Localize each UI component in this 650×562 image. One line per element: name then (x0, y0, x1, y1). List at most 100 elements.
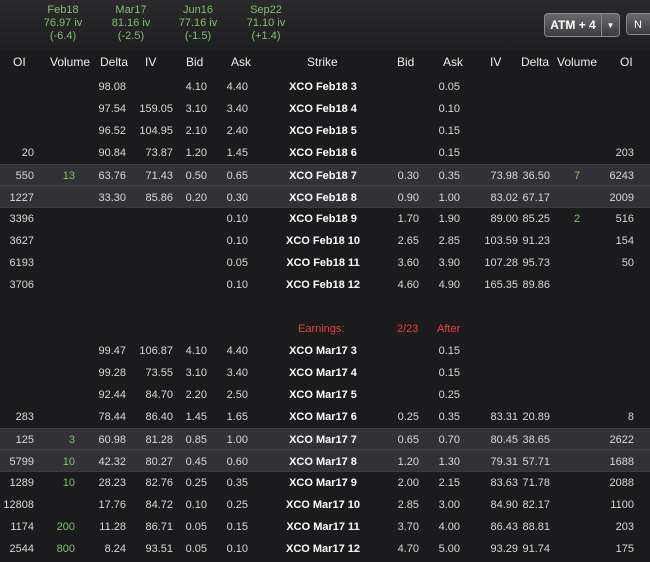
put-ask: 4.90 (438, 279, 460, 291)
call-volume: 800 (56, 543, 75, 555)
option-row[interactable]: 97.54 159.05 3.10 3.40 XCO Feb18 4 0.10 (0, 98, 650, 120)
strike-label[interactable]: XCO Feb18 9 (268, 208, 378, 230)
call-delta: 60.98 (98, 434, 126, 446)
strike-label[interactable]: XCO Mar17 5 (268, 384, 378, 406)
option-row[interactable]: 3396 0.10 XCO Feb18 9 1.70 1.90 89.00 85.25 2 51… (0, 208, 650, 230)
call-bid: 0.25 (185, 477, 207, 489)
header-strike: Strike (307, 55, 338, 69)
expiration-month: Sep22 (250, 4, 282, 16)
call-oi: 1174 (10, 521, 34, 533)
strike-label[interactable]: XCO Mar17 10 (268, 494, 378, 516)
call-delta: 99.28 (98, 367, 126, 379)
header-calls-iv: IV (145, 55, 157, 69)
call-ask: 3.40 (226, 367, 248, 379)
option-row[interactable]: 283 78.44 86.40 1.45 1.65 XCO Mar17 6 0.25 0.35… (0, 406, 650, 428)
option-row[interactable]: 98.08 4.10 4.40 XCO Feb18 3 0.05 (0, 76, 650, 98)
call-ask: 0.30 (226, 192, 248, 204)
put-ask: 2.85 (438, 235, 460, 247)
option-row[interactable]: 1174 200 11.28 86.71 0.05 0.15 XCO Mar17 11 3.7… (0, 516, 650, 538)
strike-label[interactable]: XCO Mar17 7 (268, 429, 378, 451)
strike-label[interactable]: XCO Feb18 7 (268, 165, 378, 187)
option-row[interactable]: 92.44 84.70 2.20 2.50 XCO Mar17 5 0.25 (0, 384, 650, 406)
strike-label[interactable]: XCO Feb18 12 (268, 274, 378, 296)
option-row[interactable]: 12808 17.76 84.72 0.10 0.25 XCO Mar17 10 2.85 3… (0, 494, 650, 516)
put-ask: 0.05 (438, 81, 460, 93)
call-bid: 4.10 (185, 345, 207, 357)
option-row[interactable]: 99.28 73.55 3.10 3.40 XCO Mar17 4 0.15 (0, 362, 650, 384)
strike-label[interactable]: XCO Feb18 10 (268, 230, 378, 252)
option-row[interactable]: 1289 10 28.23 82.76 0.25 0.35 XCO Mar17 9 2.00 2… (0, 472, 650, 494)
strike-label[interactable]: XCO Feb18 3 (268, 76, 378, 98)
call-bid: 0.10 (185, 499, 207, 511)
put-bid: 4.70 (397, 543, 419, 555)
strike-label[interactable]: XCO Mar17 6 (268, 406, 378, 428)
strike-label[interactable]: XCO Mar17 12 (268, 538, 378, 560)
expiration-sep22[interactable]: Sep22 71.10 iv (+1.4) (236, 4, 296, 43)
call-bid: 0.05 (185, 543, 207, 555)
put-ask: 2.15 (438, 477, 460, 489)
option-row[interactable]: 125 3 60.98 81.28 0.85 1.00 XCO Mar17 7 0.65 0.7… (0, 428, 650, 450)
call-ask: 2.40 (226, 125, 248, 137)
put-bid: 3.60 (397, 257, 419, 269)
option-row[interactable]: 3706 0.10 XCO Feb18 12 4.60 4.90 165.35 89.86 (0, 274, 650, 296)
strike-label[interactable]: XCO Mar17 9 (268, 472, 378, 494)
call-delta: 92.44 (98, 389, 126, 401)
strike-label[interactable]: XCO Feb18 8 (268, 187, 378, 209)
put-oi: 8 (627, 411, 634, 423)
expiration-feb18[interactable]: Feb18 76.97 iv (-6.4) (33, 4, 93, 43)
strike-label[interactable]: XCO Mar17 3 (268, 340, 378, 362)
call-iv: 104.95 (139, 125, 173, 137)
expiration-month: Jun16 (183, 4, 213, 16)
call-ask: 0.05 (226, 257, 248, 269)
put-ask: 0.35 (438, 170, 460, 182)
call-iv: 159.05 (139, 103, 173, 115)
atm-strikes-dropdown[interactable]: ATM + 4 ▼ (544, 13, 620, 37)
expiration-jun16[interactable]: Jun16 77.16 iv (-1.5) (168, 4, 228, 43)
call-delta: 17.76 (98, 499, 126, 511)
strike-label[interactable]: XCO Mar17 4 (268, 362, 378, 384)
call-oi: 12808 (3, 499, 34, 511)
option-row[interactable]: 5799 10 42.32 80.27 0.45 0.60 XCO Mar17 8 1.20 1… (0, 450, 650, 472)
put-oi: 1100 (610, 499, 634, 511)
option-row[interactable]: 99.47 106.87 4.10 4.40 XCO Mar17 3 0.15 (0, 340, 650, 362)
option-row[interactable]: 96.52 104.95 2.10 2.40 XCO Feb18 5 0.15 (0, 120, 650, 142)
call-oi: 1227 (9, 192, 34, 204)
put-bid: 0.25 (397, 411, 419, 423)
call-volume: 10 (62, 477, 75, 489)
option-row[interactable]: 20 90.84 73.87 1.20 1.45 XCO Feb18 6 0.15 203 (0, 142, 650, 164)
strike-label[interactable]: XCO Feb18 11 (268, 252, 378, 274)
call-oi: 1289 (9, 477, 34, 489)
strike-label[interactable]: XCO Feb18 4 (268, 98, 378, 120)
strike-label[interactable]: XCO Mar17 8 (268, 451, 378, 473)
strike-label[interactable]: XCO Feb18 5 (268, 120, 378, 142)
option-row[interactable]: 6193 0.05 XCO Feb18 11 3.60 3.90 107.28 95.73 5… (0, 252, 650, 274)
call-volume: 200 (56, 521, 75, 533)
option-chain-table: 98.08 4.10 4.40 XCO Feb18 3 0.05 97.54 159.05 3… (0, 76, 650, 560)
expiration-mar17[interactable]: Mar17 81.16 iv (-2.5) (101, 4, 161, 43)
call-delta: 63.76 (98, 170, 126, 182)
option-row[interactable]: 1227 33.30 85.86 0.20 0.30 XCO Feb18 8 0.90 1.0… (0, 186, 650, 208)
call-iv: 73.87 (145, 147, 173, 159)
call-bid: 3.10 (185, 367, 207, 379)
put-delta: 95.73 (522, 257, 550, 269)
put-bid: 3.70 (397, 521, 419, 533)
option-row[interactable]: 2544 800 8.24 93.51 0.05 0.10 XCO Mar17 12 4.70… (0, 538, 650, 560)
put-delta: 36.50 (522, 170, 550, 182)
strike-label[interactable]: XCO Feb18 6 (268, 142, 378, 164)
option-row[interactable]: 3627 0.10 XCO Feb18 10 2.65 2.85 103.59 91.23 1… (0, 230, 650, 252)
chevron-down-icon: ▼ (606, 20, 615, 30)
option-row[interactable]: 550 13 63.76 71.43 0.50 0.65 XCO Feb18 7 0.30 0.… (0, 164, 650, 186)
strike-label[interactable]: XCO Mar17 11 (268, 516, 378, 538)
call-bid: 0.45 (185, 456, 207, 468)
put-delta: 71.78 (522, 477, 550, 489)
call-bid: 0.05 (185, 521, 207, 533)
put-oi: 203 (615, 521, 634, 533)
header-calls-volume: Volume (50, 55, 91, 69)
call-iv: 106.87 (139, 345, 173, 357)
call-ask: 1.65 (226, 411, 248, 423)
call-ask: 1.00 (226, 434, 248, 446)
call-delta: 96.52 (98, 125, 126, 137)
put-ask: 0.25 (438, 389, 460, 401)
next-button[interactable]: N (626, 13, 650, 35)
call-iv: 84.70 (145, 389, 173, 401)
